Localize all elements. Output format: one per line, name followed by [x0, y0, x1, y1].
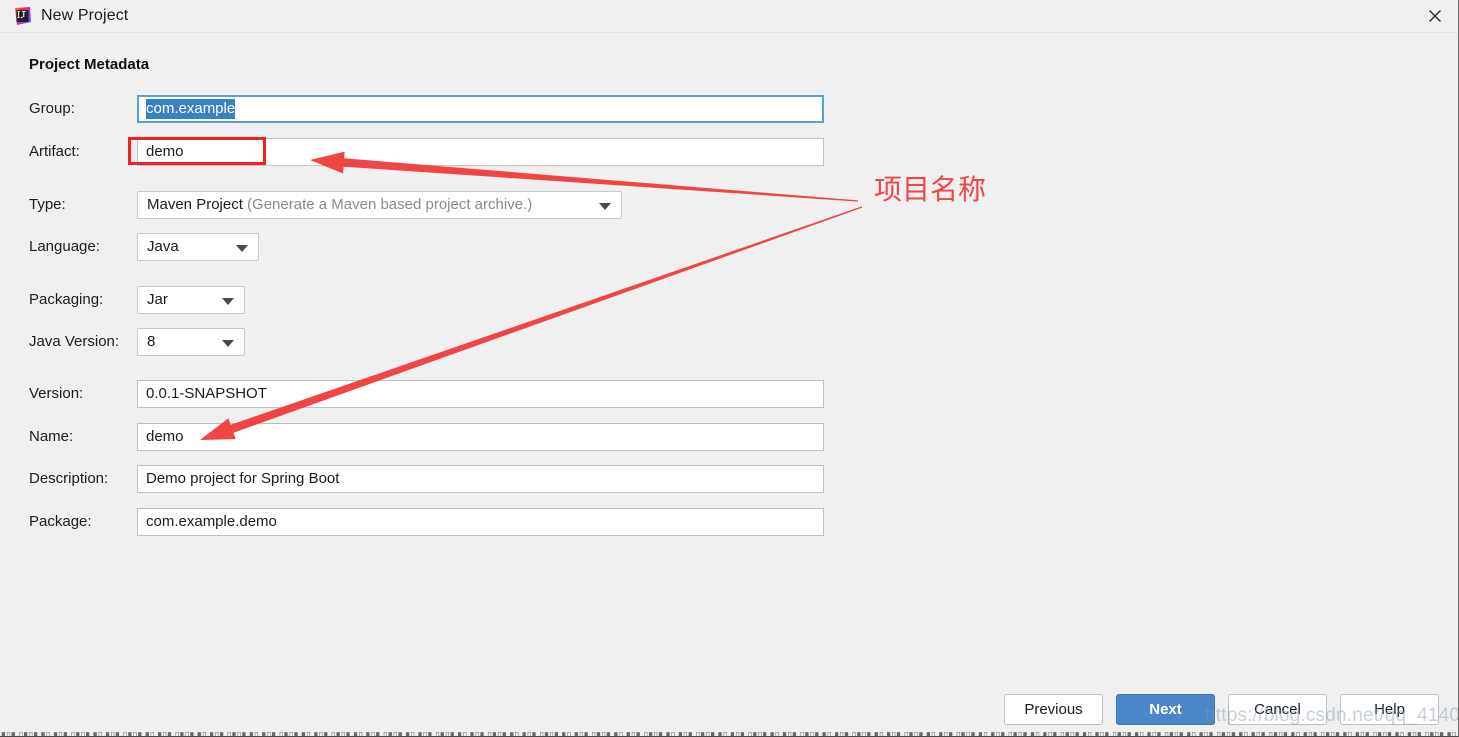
language-value: Java — [147, 238, 179, 255]
type-value: Maven Project — [147, 196, 243, 213]
next-button[interactable]: Next — [1116, 694, 1215, 725]
group-label: Group: — [29, 100, 75, 117]
description-label: Description: — [29, 470, 109, 487]
name-value: demo — [146, 428, 184, 445]
packaging-chevron-down-icon[interactable] — [222, 298, 234, 305]
package-value: com.example.demo — [146, 513, 277, 530]
description-value: Demo project for Spring Boot — [146, 470, 340, 487]
new-project-dialog: New Project Project Metadata Group: com.e… — [0, 0, 1459, 737]
version-label: Version: — [29, 385, 84, 402]
title-bar: New Project — [0, 0, 1458, 33]
package-label: Package: — [29, 513, 92, 530]
package-input[interactable]: com.example.demo — [137, 508, 824, 536]
java-version-dropdown[interactable]: 8 — [137, 328, 245, 356]
annotation-label: 项目名称 — [874, 173, 987, 206]
section-heading: Project Metadata — [29, 56, 150, 73]
watermark-text: https://blog.csdn.net/qq_41404984 — [1205, 705, 1458, 726]
window-title: New Project — [41, 7, 129, 24]
version-input[interactable]: 0.0.1-SNAPSHOT — [137, 380, 824, 408]
java-version-label: Java Version: — [29, 333, 120, 350]
java-version-value: 8 — [147, 333, 156, 350]
java-version-chevron-down-icon[interactable] — [222, 340, 234, 347]
next-button-label: Next — [1149, 701, 1182, 718]
language-chevron-down-icon[interactable] — [236, 245, 248, 252]
artifact-label: Artifact: — [29, 143, 80, 160]
packaging-dropdown[interactable]: Jar — [137, 286, 245, 314]
version-value: 0.0.1-SNAPSHOT — [146, 385, 267, 402]
type-dropdown[interactable]: Maven Project (Generate a Maven based pr… — [137, 191, 622, 219]
type-hint: (Generate a Maven based project archive.… — [247, 196, 533, 213]
description-input[interactable]: Demo project for Spring Boot — [137, 465, 824, 493]
close-icon[interactable] — [1411, 0, 1458, 32]
artifact-input[interactable]: demo — [137, 138, 824, 166]
language-dropdown[interactable]: Java — [137, 233, 259, 261]
name-label: Name: — [29, 428, 74, 445]
name-input[interactable]: demo — [137, 423, 824, 451]
type-chevron-down-icon[interactable] — [599, 203, 611, 210]
intellij-idea-icon — [13, 7, 32, 26]
group-input[interactable]: com.example — [137, 95, 824, 123]
clipped-bottom-text: ▮▯▮ ▯▮▯▮ ▮▯ ▮▯▮ ▯▮▯▮ ▮▯ ▮▯▮ ▯▮▯▮ ▮▯ ▮▯▮ … — [1, 730, 1458, 736]
previous-button-label: Previous — [1024, 701, 1083, 718]
packaging-value: Jar — [147, 291, 168, 308]
packaging-label: Packaging: — [29, 291, 104, 308]
group-selected-text: com.example — [146, 99, 236, 119]
previous-button[interactable]: Previous — [1004, 694, 1103, 725]
artifact-value: demo — [146, 143, 184, 160]
type-label: Type: — [29, 196, 66, 213]
language-label: Language: — [29, 238, 100, 255]
